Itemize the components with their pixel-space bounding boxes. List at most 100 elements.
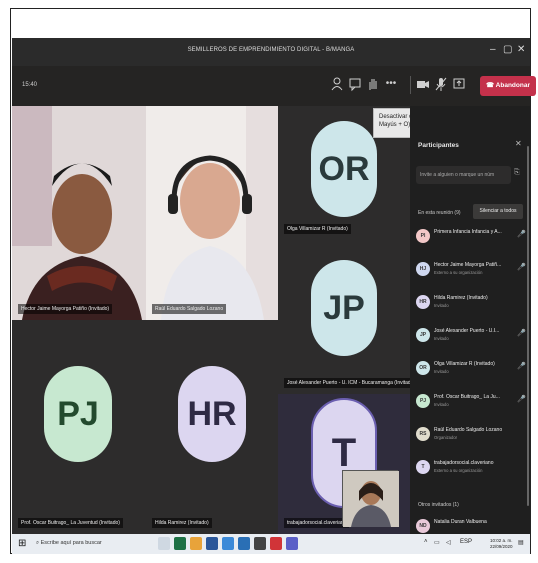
camera-icon[interactable] — [416, 76, 430, 92]
tile-name: Olga Villamizar R (Invitado) — [284, 224, 351, 234]
tile-name: trabajadorsocial.claveriano — [284, 518, 350, 528]
window-titlebar: SEMILLEROS DE EMPRENDIMIENTO DIGITAL - B… — [12, 38, 530, 66]
meeting-toolbar: 15:40 ••• ☎ Abandonar — [12, 66, 536, 106]
raise-hand-icon[interactable] — [366, 76, 380, 92]
participant-name: Prof. Oscar Buitrago_ La Ju... — [434, 394, 500, 400]
mic-off-icon: 🎤 — [517, 264, 526, 271]
participant-role: Invitado — [434, 303, 449, 308]
tile-name: Hector Jaime Mayorga Patiño (Invitado) — [18, 304, 113, 314]
participant-name: Olga Villamizar R (Invitado) — [434, 361, 495, 367]
participant-row[interactable]: PJ Prof. Oscar Buitrago_ La Ju... Invita… — [416, 391, 528, 417]
invite-input[interactable]: Invite a alguien o marque un núm — [416, 166, 511, 184]
participant-row[interactable]: RS Raúl Eduardo Salgado Lozano Organizad… — [416, 424, 528, 450]
tile-name: Raúl Eduardo Salgado Lozano — [152, 304, 227, 314]
edge-icon[interactable] — [222, 537, 234, 550]
share-icon[interactable] — [452, 76, 466, 92]
participant-name: Hilda Ramirez (Invitado) — [434, 295, 488, 301]
video-tile-6[interactable]: HR Hilda Ramirez (Invitado) — [146, 320, 278, 534]
panel-title: Participantes — [418, 142, 459, 149]
maximize-button[interactable]: ▢ — [503, 44, 512, 55]
taskbar-clock[interactable]: 10:02 a. m. 22/09/2020 — [490, 538, 513, 550]
toolbar-divider — [410, 76, 411, 94]
participants-icon[interactable] — [330, 76, 344, 92]
excel-icon[interactable] — [174, 537, 186, 550]
panel-scrollbar[interactable] — [527, 146, 529, 506]
mic-off-icon: 🎤 — [517, 231, 526, 238]
others-header: Otros invitados (1) — [418, 502, 459, 508]
participant-role: Organizador — [434, 435, 458, 440]
phone-icon: ☎ — [486, 82, 496, 89]
self-view[interactable] — [342, 470, 399, 527]
participant-name: Hector Jaime Mayorga Patiñ... — [434, 262, 502, 268]
chrome-icon[interactable] — [190, 537, 202, 550]
video-tile-1[interactable]: Hector Jaime Mayorga Patiño (Invitado) — [12, 106, 146, 320]
avatar-or: OR — [311, 121, 377, 217]
in-meeting-header: En esta reunión (9) — [418, 210, 461, 216]
mic-off-icon: 🎤 — [517, 330, 526, 337]
windows-taskbar: ⊞ ⌕ Escribe aquí para buscar ˄ ▭ ◁ ESP 1… — [12, 534, 530, 554]
video-tile-4[interactable]: JP José Alexander Puerto - U. ICM - Buca… — [278, 240, 410, 394]
video-tile-7[interactable]: T trabajadorsocial.claveriano — [278, 394, 410, 534]
language-indicator[interactable]: ESP — [460, 539, 472, 545]
close-window-button[interactable]: ✕ — [517, 44, 525, 55]
avatar: OR — [416, 361, 430, 375]
participant-name: trabajadorsocial.claveriano — [434, 460, 494, 466]
participant-row[interactable]: OR Olga Villamizar R (Invitado) Invitado… — [416, 358, 528, 384]
participant-name: José Alexander Puerto - U.I... — [434, 328, 500, 334]
self-video — [343, 471, 399, 527]
avatar: PI — [416, 229, 430, 243]
participant-row[interactable]: JP José Alexander Puerto - U.I... Invita… — [416, 325, 528, 351]
tile-name: Hilda Ramirez (Invitado) — [152, 518, 212, 528]
tray-up-icon[interactable]: ˄ — [424, 539, 428, 545]
meeting-timer: 15:40 — [22, 82, 38, 88]
windows-start-icon[interactable]: ⊞ — [18, 538, 26, 550]
avatar-hr: HR — [178, 366, 246, 462]
avatar: T — [416, 460, 430, 474]
close-panel-icon[interactable]: ✕ — [515, 139, 522, 148]
participant-row[interactable]: ND Natalia Duran Valbuena — [416, 516, 528, 533]
tile-name: Prof. Oscar Buitrago_ La Juventud (Invit… — [18, 518, 123, 528]
participant-row[interactable]: T trabajadorsocial.claveriano Externo a … — [416, 457, 528, 483]
participant-row[interactable]: PI Primera Infancia Infancia y A... 🎤 — [416, 226, 528, 252]
acrobat-icon[interactable] — [270, 537, 282, 550]
participant-name: Primera Infancia Infancia y A... — [434, 229, 502, 235]
avatar: ND — [416, 519, 430, 533]
mic-off-icon: 🎤 — [517, 363, 526, 370]
participant-role: Invitado — [434, 336, 449, 341]
avatar: HR — [416, 295, 430, 309]
volume-icon[interactable]: ◁ — [446, 539, 451, 546]
avatar: HJ — [416, 262, 430, 276]
chat-icon[interactable] — [348, 76, 362, 92]
participant-row[interactable]: HJ Hector Jaime Mayorga Patiñ... Externo… — [416, 259, 528, 285]
share-invite-icon[interactable]: ⎘ — [514, 169, 520, 177]
participant-role: Externo a su organización — [434, 468, 483, 473]
avatar: PJ — [416, 394, 430, 408]
outlook-icon[interactable] — [238, 537, 250, 550]
avatar: RS — [416, 427, 430, 441]
participant-name: Natalia Duran Valbuena — [434, 519, 487, 525]
participant-role: Externo a su organización — [434, 270, 483, 275]
settings-icon[interactable] — [254, 537, 266, 550]
leave-button[interactable]: ☎ Abandonar — [480, 76, 536, 96]
minimize-button[interactable]: – — [490, 44, 496, 55]
participant-role: Invitado — [434, 402, 449, 407]
search-placeholder: Escribe aquí para buscar — [40, 540, 102, 546]
participant-row[interactable]: HR Hilda Ramirez (Invitado) Invitado — [416, 292, 528, 318]
participant-video-1 — [12, 106, 146, 320]
taskbar-search[interactable]: ⌕ Escribe aquí para buscar — [34, 537, 146, 551]
word-icon[interactable] — [206, 537, 218, 550]
video-tile-5[interactable]: PJ Prof. Oscar Buitrago_ La Juventud (In… — [12, 320, 146, 534]
participant-name: Raúl Eduardo Salgado Lozano — [434, 427, 503, 433]
task-view-icon[interactable] — [158, 537, 170, 550]
teams-icon[interactable] — [286, 537, 298, 550]
network-icon[interactable]: ▭ — [434, 539, 440, 546]
window-title: SEMILLEROS DE EMPRENDIMIENTO DIGITAL - B… — [187, 47, 355, 53]
more-icon[interactable]: ••• — [384, 76, 398, 92]
notifications-icon[interactable]: ▤ — [518, 539, 524, 546]
tile-name: José Alexander Puerto - U. ICM - Bucaram… — [284, 378, 410, 388]
leave-label: Abandonar — [495, 82, 530, 89]
mute-all-button[interactable]: Silenciar a todos — [473, 204, 523, 219]
video-tile-2[interactable]: Raúl Eduardo Salgado Lozano — [146, 106, 278, 320]
avatar-pj: PJ — [44, 366, 112, 462]
mic-icon[interactable] — [434, 76, 448, 92]
